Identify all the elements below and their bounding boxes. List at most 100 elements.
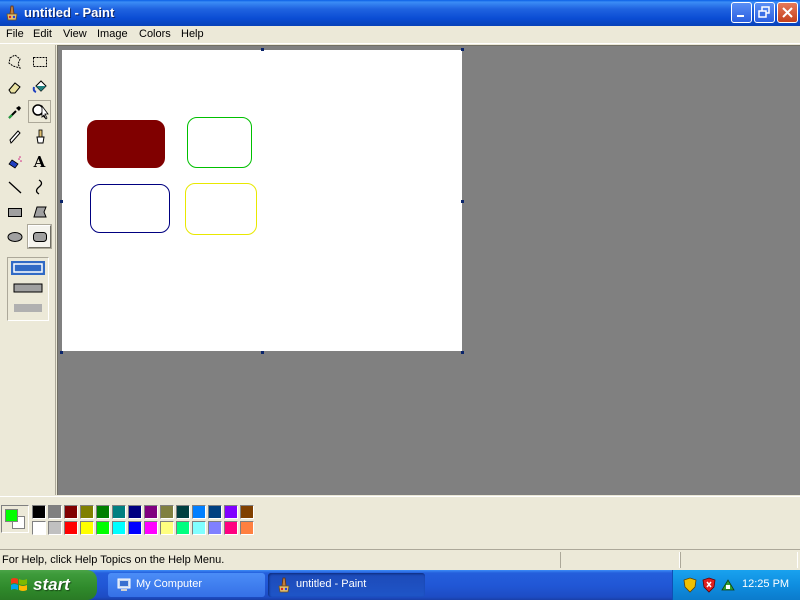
menu-view[interactable]: View [60,28,90,40]
polygon-icon [32,206,47,217]
minimize-icon [737,15,744,17]
menu-file[interactable]: File [3,28,27,40]
palette-color[interactable] [112,505,126,519]
palette-color[interactable] [96,521,110,535]
start-button[interactable]: start [0,570,97,600]
palette-color[interactable] [176,521,190,535]
title-bar[interactable]: untitled - Paint [0,0,800,26]
outline-only-icon [13,263,43,273]
drawing-canvas[interactable] [62,50,462,351]
tool-pencil[interactable] [3,125,26,148]
status-pane-position [560,552,680,568]
menu-colors[interactable]: Colors [136,28,174,40]
palette-color[interactable] [224,505,238,519]
close-button[interactable] [777,2,798,23]
palette-color[interactable] [64,521,78,535]
minimize-button[interactable] [731,2,752,23]
tool-fill[interactable] [28,75,51,98]
toolbox: A [0,45,56,495]
tool-rounded-rectangle[interactable] [27,224,52,249]
status-bar: For Help, click Help Topics on the Help … [0,549,800,569]
network-icon[interactable] [720,577,736,593]
task-label: untitled - Paint [296,578,367,590]
outline-fill-icon [13,283,43,293]
option-outline-only[interactable] [11,261,45,275]
palette-color[interactable] [112,521,126,535]
security-shield-icon[interactable] [683,577,697,593]
security-alert-icon[interactable] [702,577,716,593]
resize-handle-right[interactable] [461,200,464,203]
airbrush-icon [7,155,22,169]
paint-app-icon [278,577,290,593]
restore-button[interactable] [754,2,775,23]
tool-text[interactable]: A [28,150,51,173]
palette-color[interactable] [208,505,222,519]
shape-0 [87,120,165,168]
palette-color[interactable] [32,505,46,519]
select-icon [32,56,47,67]
palette-color[interactable] [160,521,174,535]
tool-ellipse[interactable] [3,225,26,248]
computer-icon [117,578,131,591]
palette-color[interactable] [208,521,222,535]
option-outline-fill[interactable] [11,281,45,295]
screen: untitled - Paint File Edit View Image Co… [0,0,800,600]
tool-polygon[interactable] [28,200,51,223]
palette-color[interactable] [176,505,190,519]
start-label: start [33,575,70,594]
palette-color[interactable] [160,505,174,519]
resize-handle-left[interactable] [60,200,63,203]
ellipse-icon [7,231,22,242]
resize-handle-top[interactable] [261,48,264,51]
tool-magnifier[interactable] [28,100,51,123]
resize-handle-bottom-left[interactable] [60,351,63,354]
shape-fill-options [7,257,49,321]
palette-color[interactable] [80,505,94,519]
tool-line[interactable] [3,175,26,198]
palette-color[interactable] [64,505,78,519]
palette-color[interactable] [48,505,62,519]
status-text: For Help, click Help Topics on the Help … [2,554,225,566]
shape-3 [185,183,257,235]
palette-color[interactable] [128,505,142,519]
system-tray: 12:25 PM [672,570,800,600]
magnifier-icon [31,103,49,120]
tool-brush[interactable] [28,125,51,148]
resize-handle-bottom[interactable] [261,351,264,354]
option-fill-only[interactable] [11,301,45,315]
palette-color[interactable] [192,521,206,535]
palette-color[interactable] [144,505,158,519]
pick-color-icon [7,105,21,119]
palette-color[interactable] [240,505,254,519]
palette-color[interactable] [32,521,46,535]
line-icon [8,181,21,193]
pencil-icon [8,129,21,144]
clock: 12:25 PM [742,578,790,590]
tool-rectangle[interactable] [3,200,26,223]
tool-eraser[interactable] [3,75,26,98]
palette-color[interactable] [48,521,62,535]
task-paint[interactable]: untitled - Paint [268,573,425,597]
resize-handle-bottom-right[interactable] [461,351,464,354]
palette-color[interactable] [240,521,254,535]
tool-pick-color[interactable] [3,100,26,123]
tool-select[interactable] [28,50,51,73]
palette-color[interactable] [96,505,110,519]
shape-1 [187,117,252,168]
palette-color[interactable] [224,521,238,535]
palette-color[interactable] [80,521,94,535]
tool-airbrush[interactable] [3,150,26,173]
menu-image[interactable]: Image [94,28,131,40]
task-my-computer[interactable]: My Computer [108,573,265,597]
menu-edit[interactable]: Edit [30,28,55,40]
foreground-color-swatch[interactable] [5,509,18,522]
palette-color[interactable] [144,521,158,535]
menu-help[interactable]: Help [178,28,207,40]
tool-curve[interactable] [28,175,51,198]
palette-color[interactable] [192,505,206,519]
palette-color[interactable] [128,521,142,535]
tool-free-form-select[interactable] [3,50,26,73]
resize-handle-top-right[interactable] [461,48,464,51]
current-colors [1,505,29,533]
paint-app-icon [4,5,20,21]
